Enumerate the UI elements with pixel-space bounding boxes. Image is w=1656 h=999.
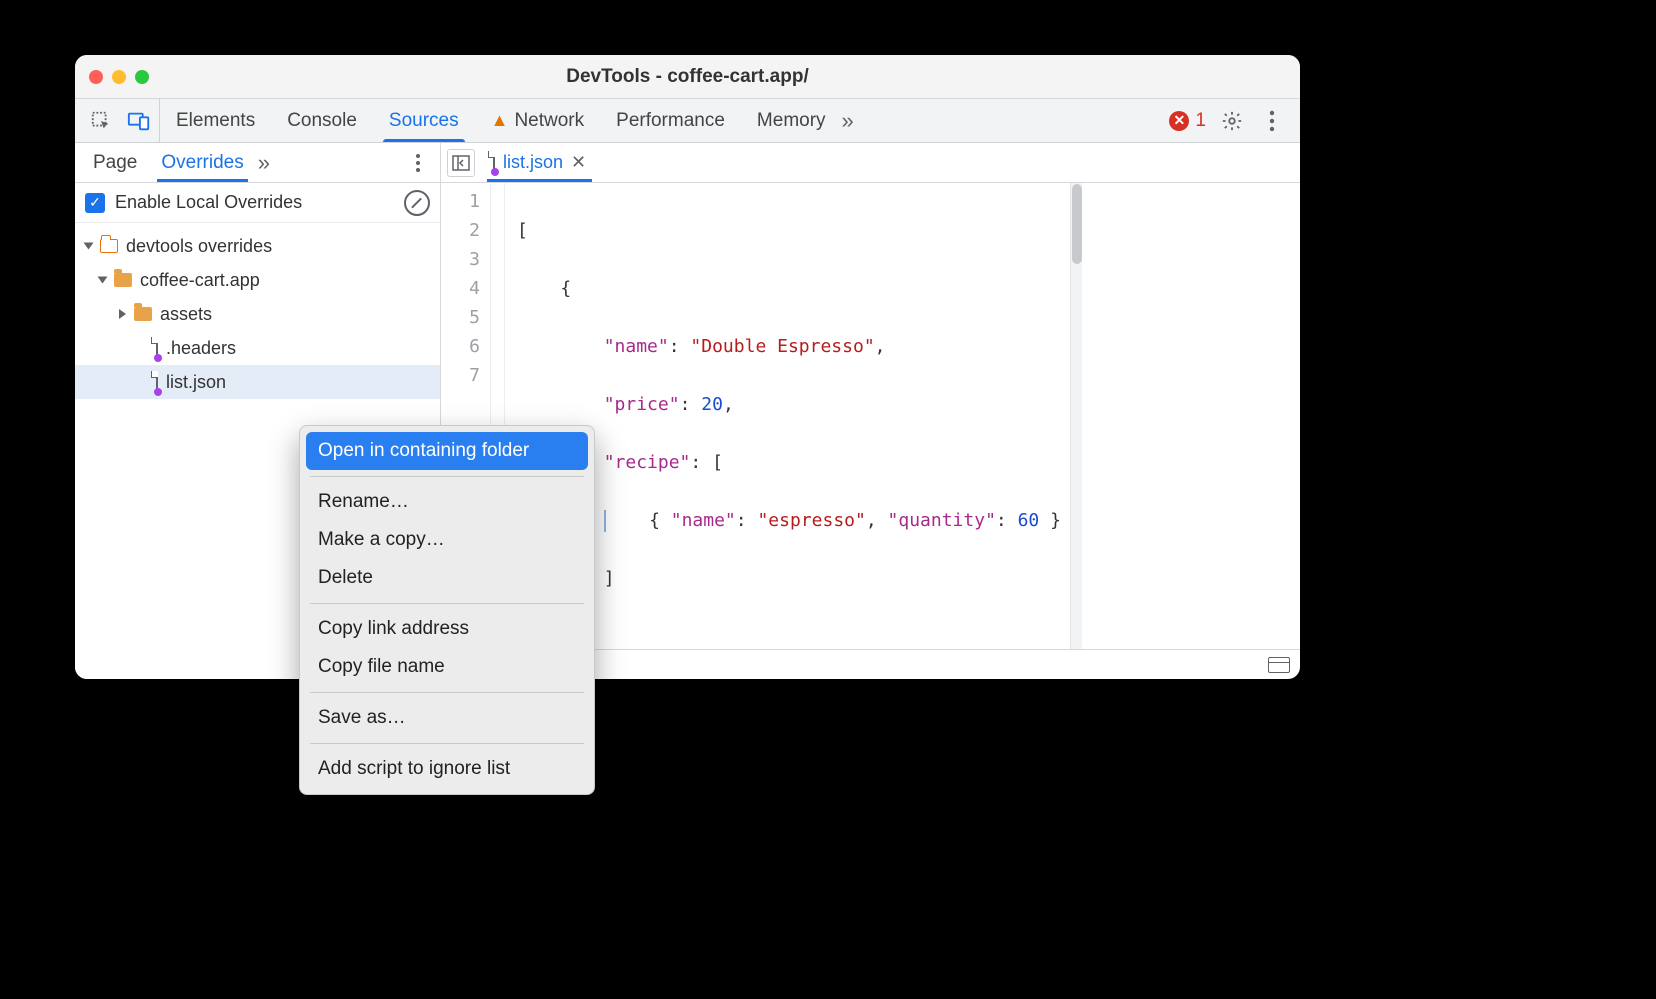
- tab-performance[interactable]: Performance: [600, 99, 741, 142]
- clear-overrides-icon[interactable]: [404, 190, 430, 216]
- ctx-add-ignore-list[interactable]: Add script to ignore list: [306, 750, 588, 788]
- tab-elements[interactable]: Elements: [160, 99, 271, 142]
- editor-tabs: list.json ✕: [441, 143, 1300, 183]
- tab-network[interactable]: ▲Network: [475, 99, 601, 142]
- more-tabs-icon[interactable]: »: [842, 108, 854, 134]
- kebab-menu-icon[interactable]: [1258, 107, 1286, 135]
- ctx-open-containing-folder[interactable]: Open in containing folder: [306, 432, 588, 470]
- drawer-toggle-icon[interactable]: [1268, 657, 1290, 673]
- tree-headers-file[interactable]: .headers: [75, 331, 440, 365]
- enable-overrides-row: ✓ Enable Local Overrides: [75, 183, 440, 223]
- vertical-scrollbar[interactable]: [1070, 183, 1082, 649]
- folder-icon: [100, 239, 118, 253]
- ctx-copy-link[interactable]: Copy link address: [306, 610, 588, 648]
- more-navigator-tabs-icon[interactable]: »: [258, 150, 270, 176]
- disclosure-triangle-icon[interactable]: [84, 243, 94, 250]
- navigator-kebab-icon[interactable]: [404, 149, 432, 177]
- warning-icon: ▲: [491, 110, 509, 131]
- inspect-element-icon[interactable]: [87, 107, 115, 135]
- tree-domain[interactable]: coffee-cart.app: [75, 263, 440, 297]
- error-count-badge[interactable]: ✕ 1: [1169, 110, 1206, 132]
- toolbar-right: ✕ 1: [1169, 107, 1294, 135]
- devtools-window: DevTools - coffee-cart.app/ Elements Con…: [75, 55, 1300, 679]
- disclosure-triangle-icon[interactable]: [119, 309, 126, 319]
- folder-icon: [114, 273, 132, 287]
- override-dot-icon: [491, 168, 499, 176]
- close-tab-icon[interactable]: ✕: [571, 152, 586, 173]
- left-tool-group: [81, 99, 160, 142]
- tree-listjson-file[interactable]: list.json: [75, 365, 440, 399]
- minimize-window-button[interactable]: [112, 70, 126, 84]
- enable-overrides-label: Enable Local Overrides: [115, 192, 302, 213]
- settings-gear-icon[interactable]: [1218, 107, 1246, 135]
- main-tabs: Elements Console Sources ▲Network Perfor…: [75, 99, 1300, 143]
- title-bar: DevTools - coffee-cart.app/: [75, 55, 1300, 99]
- enable-overrides-checkbox[interactable]: ✓: [85, 193, 105, 213]
- navigator-tabs: Page Overrides »: [75, 143, 440, 183]
- error-icon: ✕: [1169, 111, 1189, 131]
- navigator-tab-overrides[interactable]: Overrides: [151, 143, 253, 182]
- ctx-make-copy[interactable]: Make a copy…: [306, 521, 588, 559]
- ctx-rename[interactable]: Rename…: [306, 483, 588, 521]
- panel-body: Page Overrides » ✓ Enable Local Override…: [75, 143, 1300, 679]
- separator: [310, 692, 584, 693]
- ctx-copy-file-name[interactable]: Copy file name: [306, 648, 588, 686]
- file-tree: devtools overrides coffee-cart.app asset…: [75, 223, 440, 405]
- device-toggle-icon[interactable]: [125, 107, 153, 135]
- override-dot-icon: [154, 388, 162, 396]
- separator: [310, 603, 584, 604]
- tab-memory[interactable]: Memory: [741, 99, 842, 142]
- ctx-delete[interactable]: Delete: [306, 559, 588, 597]
- tab-sources[interactable]: Sources: [373, 99, 475, 142]
- disclosure-triangle-icon[interactable]: [98, 277, 108, 284]
- separator: [310, 743, 584, 744]
- tree-root[interactable]: devtools overrides: [75, 229, 440, 263]
- tab-console[interactable]: Console: [271, 99, 373, 142]
- navigator-tab-page[interactable]: Page: [83, 143, 147, 182]
- separator: [310, 476, 584, 477]
- navigator-toggle-icon[interactable]: [447, 149, 475, 177]
- close-window-button[interactable]: [89, 70, 103, 84]
- override-dot-icon: [154, 354, 162, 362]
- editor-tab-listjson[interactable]: list.json ✕: [483, 143, 596, 182]
- tree-assets-folder[interactable]: assets: [75, 297, 440, 331]
- traffic-lights: [89, 70, 149, 84]
- folder-icon: [134, 307, 152, 321]
- window-title: DevTools - coffee-cart.app/: [75, 66, 1300, 88]
- zoom-window-button[interactable]: [135, 70, 149, 84]
- ctx-save-as[interactable]: Save as…: [306, 699, 588, 737]
- context-menu: Open in containing folder Rename… Make a…: [299, 425, 595, 795]
